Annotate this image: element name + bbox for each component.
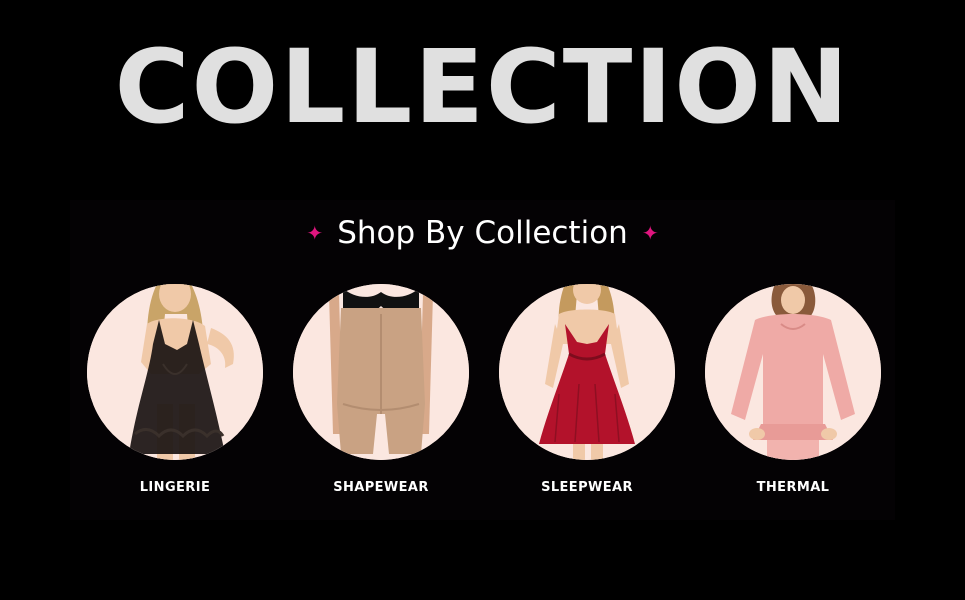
collection-card-thermal[interactable]: THERMAL <box>693 284 893 495</box>
lingerie-image <box>87 284 263 460</box>
section-heading: ✦ Shop By Collection ✦ <box>0 211 965 255</box>
collection-list: LINGERIE SHAPEWEAR SLEEPWEAR THERMAL <box>0 284 965 504</box>
sleepwear-image <box>499 284 675 460</box>
sparkle-icon: ✦ <box>306 221 324 245</box>
sparkle-icon: ✦ <box>641 221 659 245</box>
collection-label-thermal[interactable]: THERMAL <box>693 480 893 495</box>
collection-image-sleepwear[interactable] <box>499 284 675 460</box>
collection-card-sleepwear[interactable]: SLEEPWEAR <box>487 284 687 495</box>
collection-label-sleepwear[interactable]: SLEEPWEAR <box>487 480 687 495</box>
section-title: Shop By Collection <box>337 215 628 251</box>
collection-image-thermal[interactable] <box>705 284 881 460</box>
collection-label-shapewear[interactable]: SHAPEWEAR <box>281 480 481 495</box>
collection-card-lingerie[interactable]: LINGERIE <box>75 284 275 495</box>
collection-image-shapewear[interactable] <box>293 284 469 460</box>
collection-card-shapewear[interactable]: SHAPEWEAR <box>281 284 481 495</box>
shapewear-image <box>293 284 469 460</box>
collection-label-lingerie[interactable]: LINGERIE <box>75 480 275 495</box>
thermal-image <box>705 284 881 460</box>
collection-image-lingerie[interactable] <box>87 284 263 460</box>
hero-title: COLLECTION <box>114 28 851 147</box>
page: COLLECTION ✦ Shop By Collection ✦ LINGER… <box>0 0 965 600</box>
